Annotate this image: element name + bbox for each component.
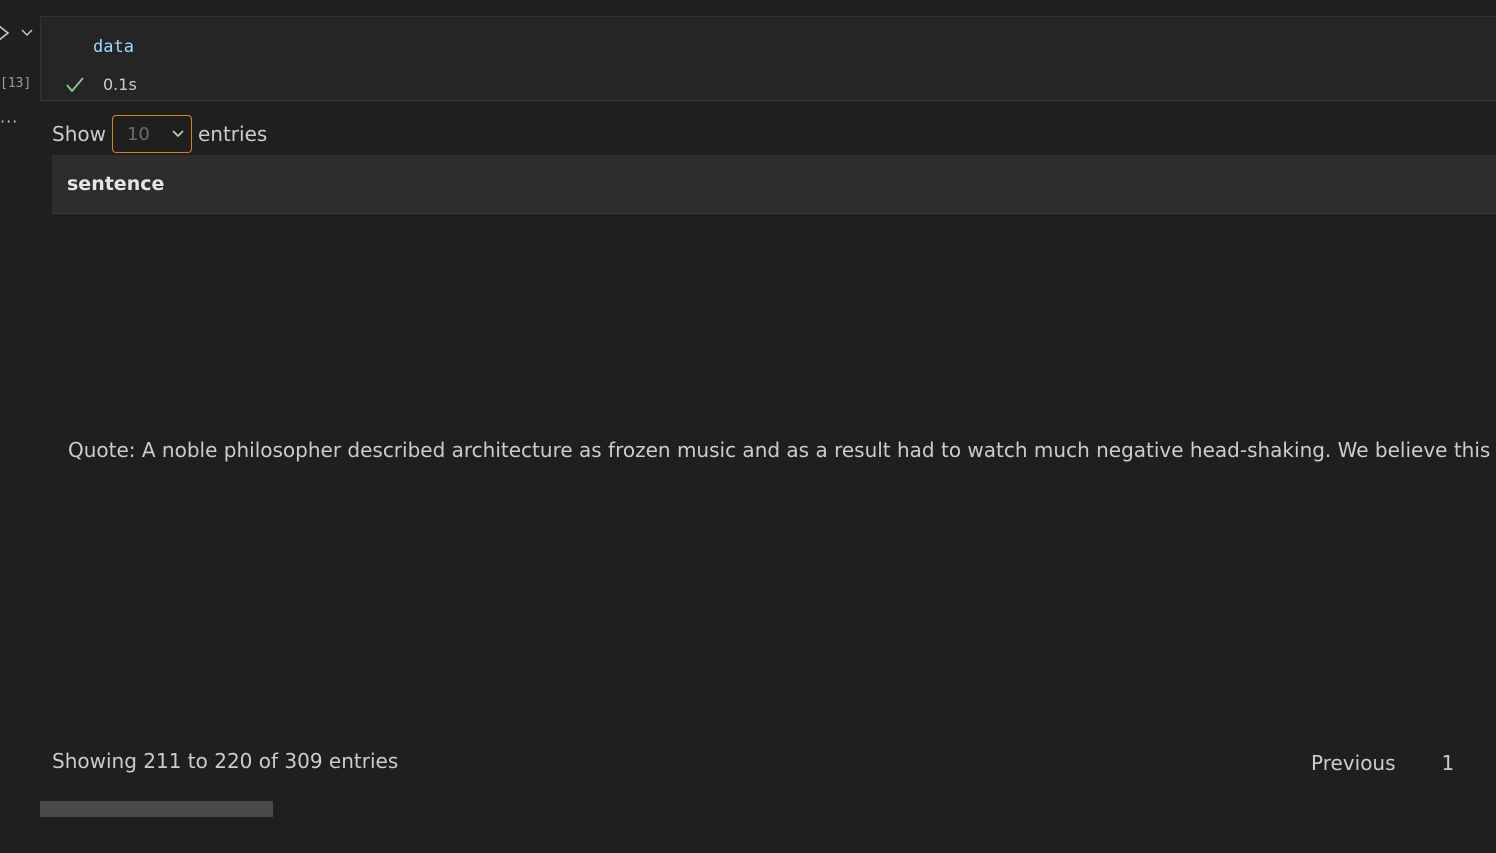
execution-time: 0.1s: [103, 75, 137, 94]
table-row: [52, 214, 1496, 267]
table-info: Showing 211 to 220 of 309 entries: [52, 749, 399, 773]
cell-more-actions[interactable]: ···: [0, 114, 18, 130]
table-row: [52, 581, 1496, 634]
table-row: [52, 529, 1496, 582]
horizontal-scrollbar[interactable]: [40, 801, 1496, 817]
scrollbar-thumb[interactable]: [40, 801, 273, 817]
execution-count: [13]: [0, 76, 32, 91]
entries-select[interactable]: 10: [111, 115, 192, 153]
data-table: sentence Quote: A noble philosopher desc…: [52, 155, 1496, 739]
cell-output: Show 10 entries sentence Quote: A noble …: [52, 101, 1496, 853]
table-row: [52, 634, 1496, 687]
show-label: Show: [52, 122, 106, 146]
previous-page-button[interactable]: Previous: [1288, 751, 1419, 775]
datatable-length-control: Show 10 entries: [52, 114, 267, 154]
column-header-sentence[interactable]: sentence: [52, 155, 1496, 214]
code-editor-text[interactable]: data: [93, 37, 134, 57]
table-row: [52, 319, 1496, 372]
table-row: [52, 266, 1496, 319]
collapse-chevron-icon[interactable]: [20, 26, 34, 40]
check-icon: [66, 77, 84, 93]
run-chevron-icon[interactable]: [0, 22, 12, 44]
table-row: [52, 686, 1496, 739]
table-row: [52, 476, 1496, 529]
code-cell[interactable]: data 0.1s: [40, 16, 1496, 101]
entries-label: entries: [197, 122, 268, 146]
table-row: Quote: A noble philosopher described arc…: [52, 424, 1496, 477]
pagination: Previous 1 …: [1288, 751, 1496, 775]
page-1-button[interactable]: 1: [1419, 751, 1478, 775]
dropdown-chevron-icon: [172, 130, 184, 138]
entries-select-value: 10: [126, 123, 150, 145]
pagination-ellipsis: …: [1477, 751, 1496, 775]
table-row: [52, 371, 1496, 424]
